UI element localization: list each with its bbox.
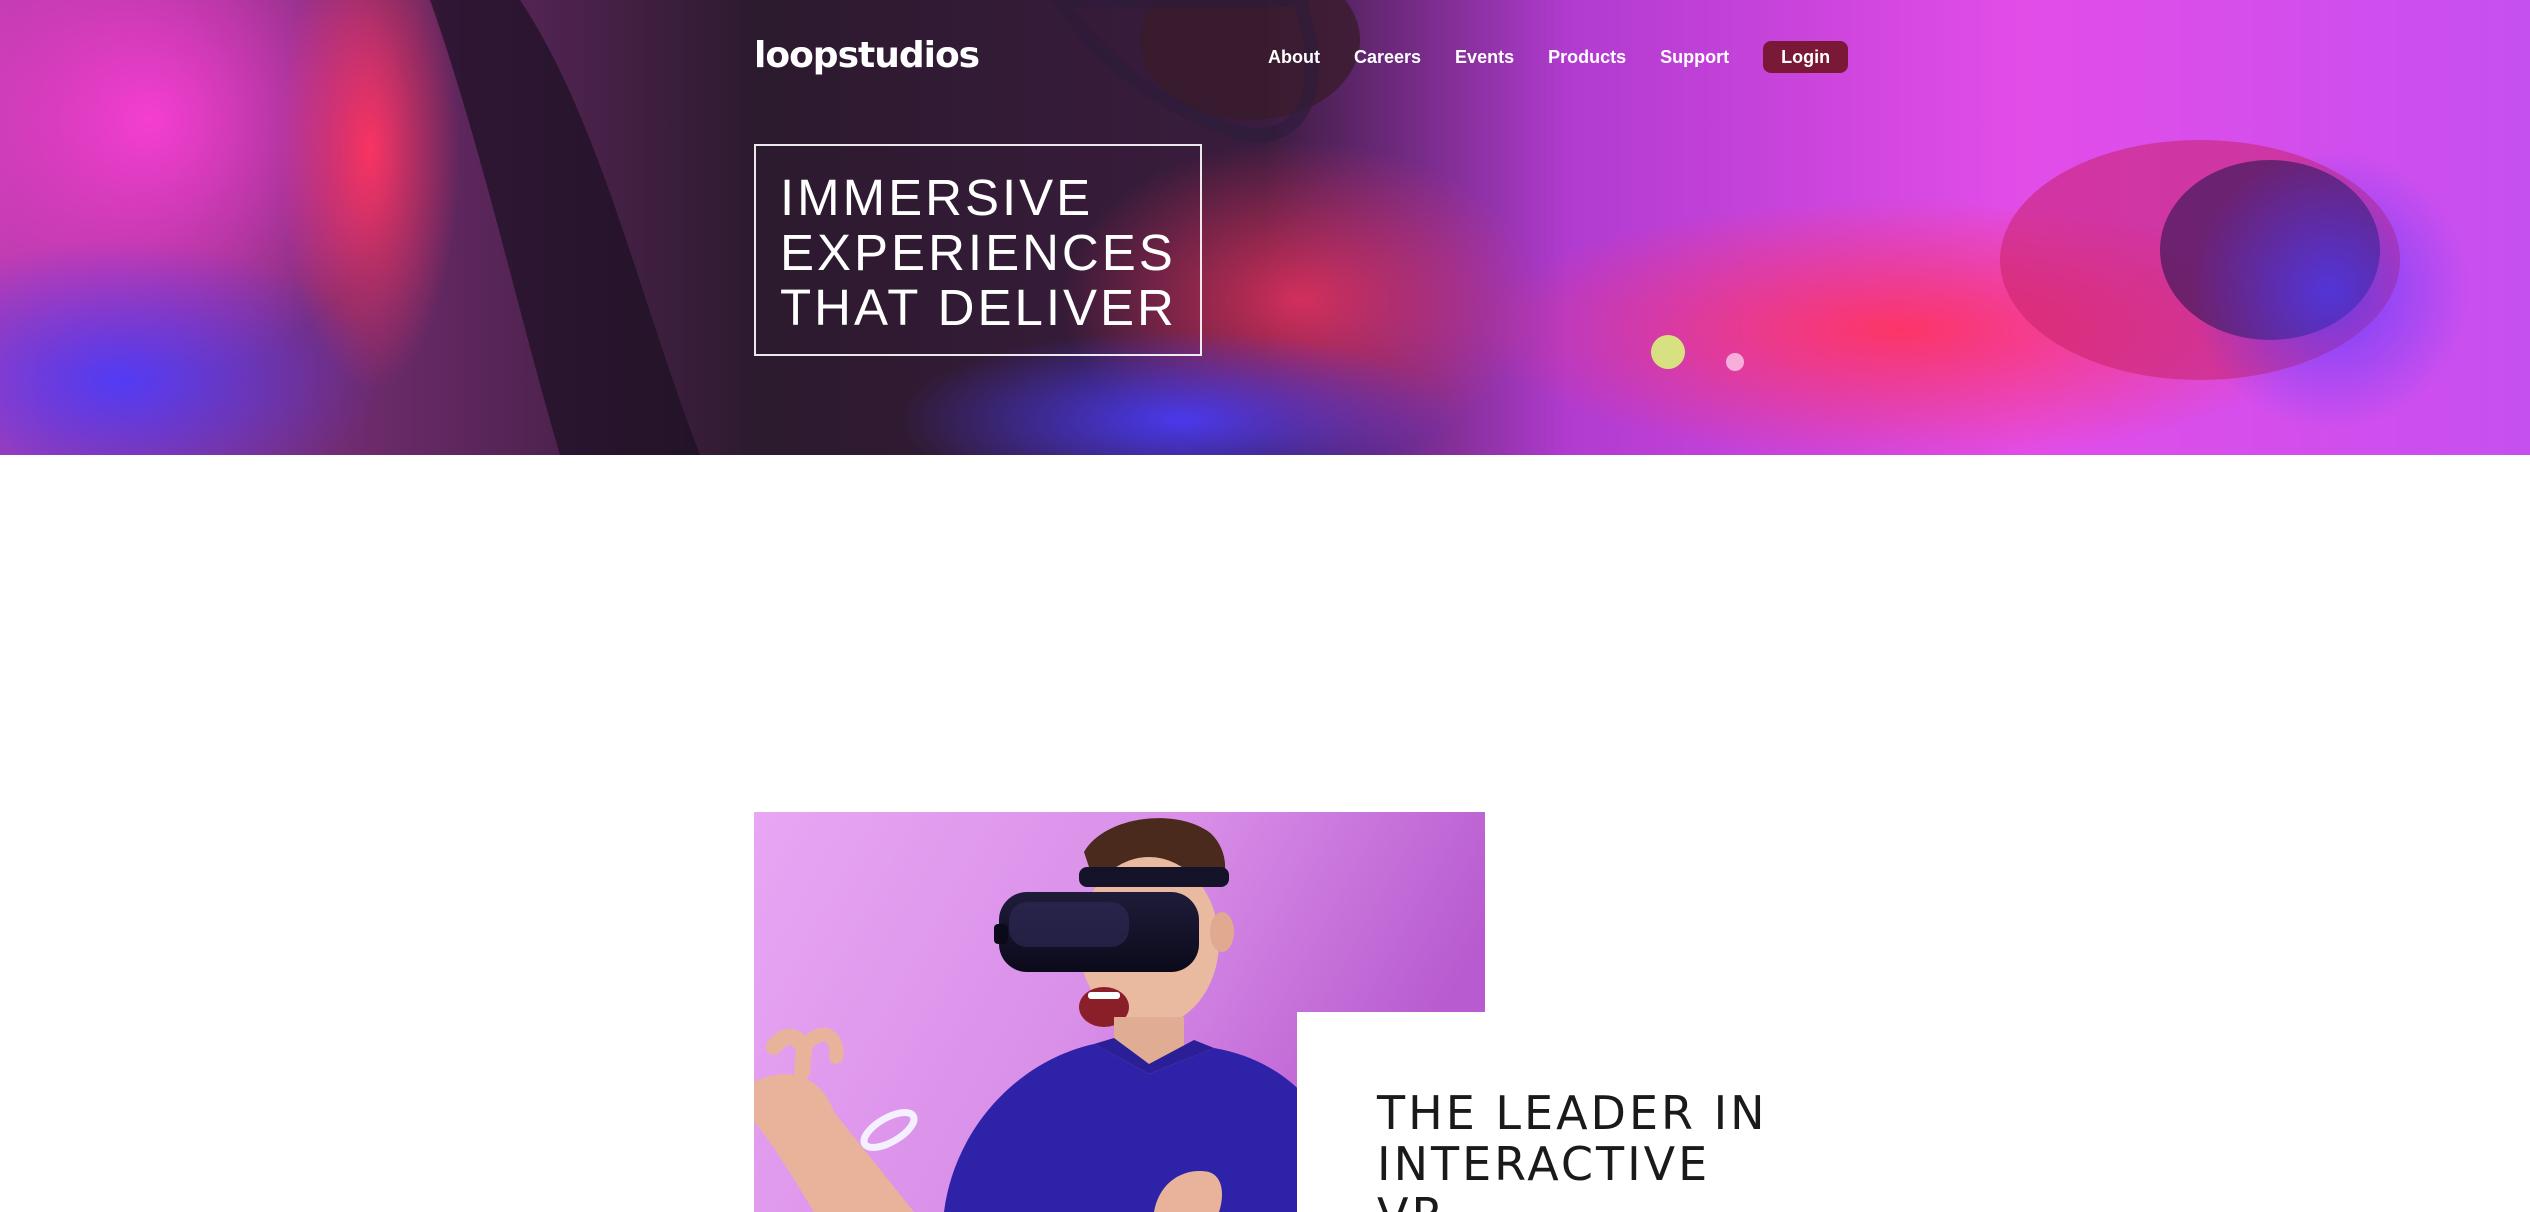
leader-card: THE LEADER IN INTERACTIVE VR: [1297, 1012, 1857, 1212]
nav-link-support[interactable]: Support: [1660, 47, 1729, 68]
nav-link-about[interactable]: About: [1268, 47, 1320, 68]
leader-heading-line-1: THE LEADER IN: [1377, 1086, 1768, 1140]
leader-heading-line-2: INTERACTIVE: [1377, 1137, 1711, 1191]
leader-heading: THE LEADER IN INTERACTIVE VR: [1377, 1088, 1817, 1212]
logo[interactable]: loopstudios: [754, 28, 980, 84]
page: loopstudios About Careers Events Product…: [0, 0, 2530, 1212]
hero-title-line-3: THAT DELIVER: [780, 279, 1177, 336]
login-button[interactable]: Login: [1763, 41, 1849, 73]
hero-section: loopstudios About Careers Events Product…: [0, 0, 2530, 455]
nav-link-careers[interactable]: Careers: [1354, 47, 1421, 68]
hero-title-line-2: EXPERIENCES: [780, 224, 1176, 281]
nav-link-events[interactable]: Events: [1455, 47, 1514, 68]
main-nav: About Careers Events Products Support Lo…: [1250, 40, 1849, 74]
hero-title-box: IMMERSIVE EXPERIENCES THAT DELIVER: [754, 144, 1202, 356]
leader-heading-line-3: VR: [1377, 1190, 1817, 1212]
nav-link-products[interactable]: Products: [1548, 47, 1626, 68]
hero-title-line-1: IMMERSIVE: [780, 169, 1094, 226]
